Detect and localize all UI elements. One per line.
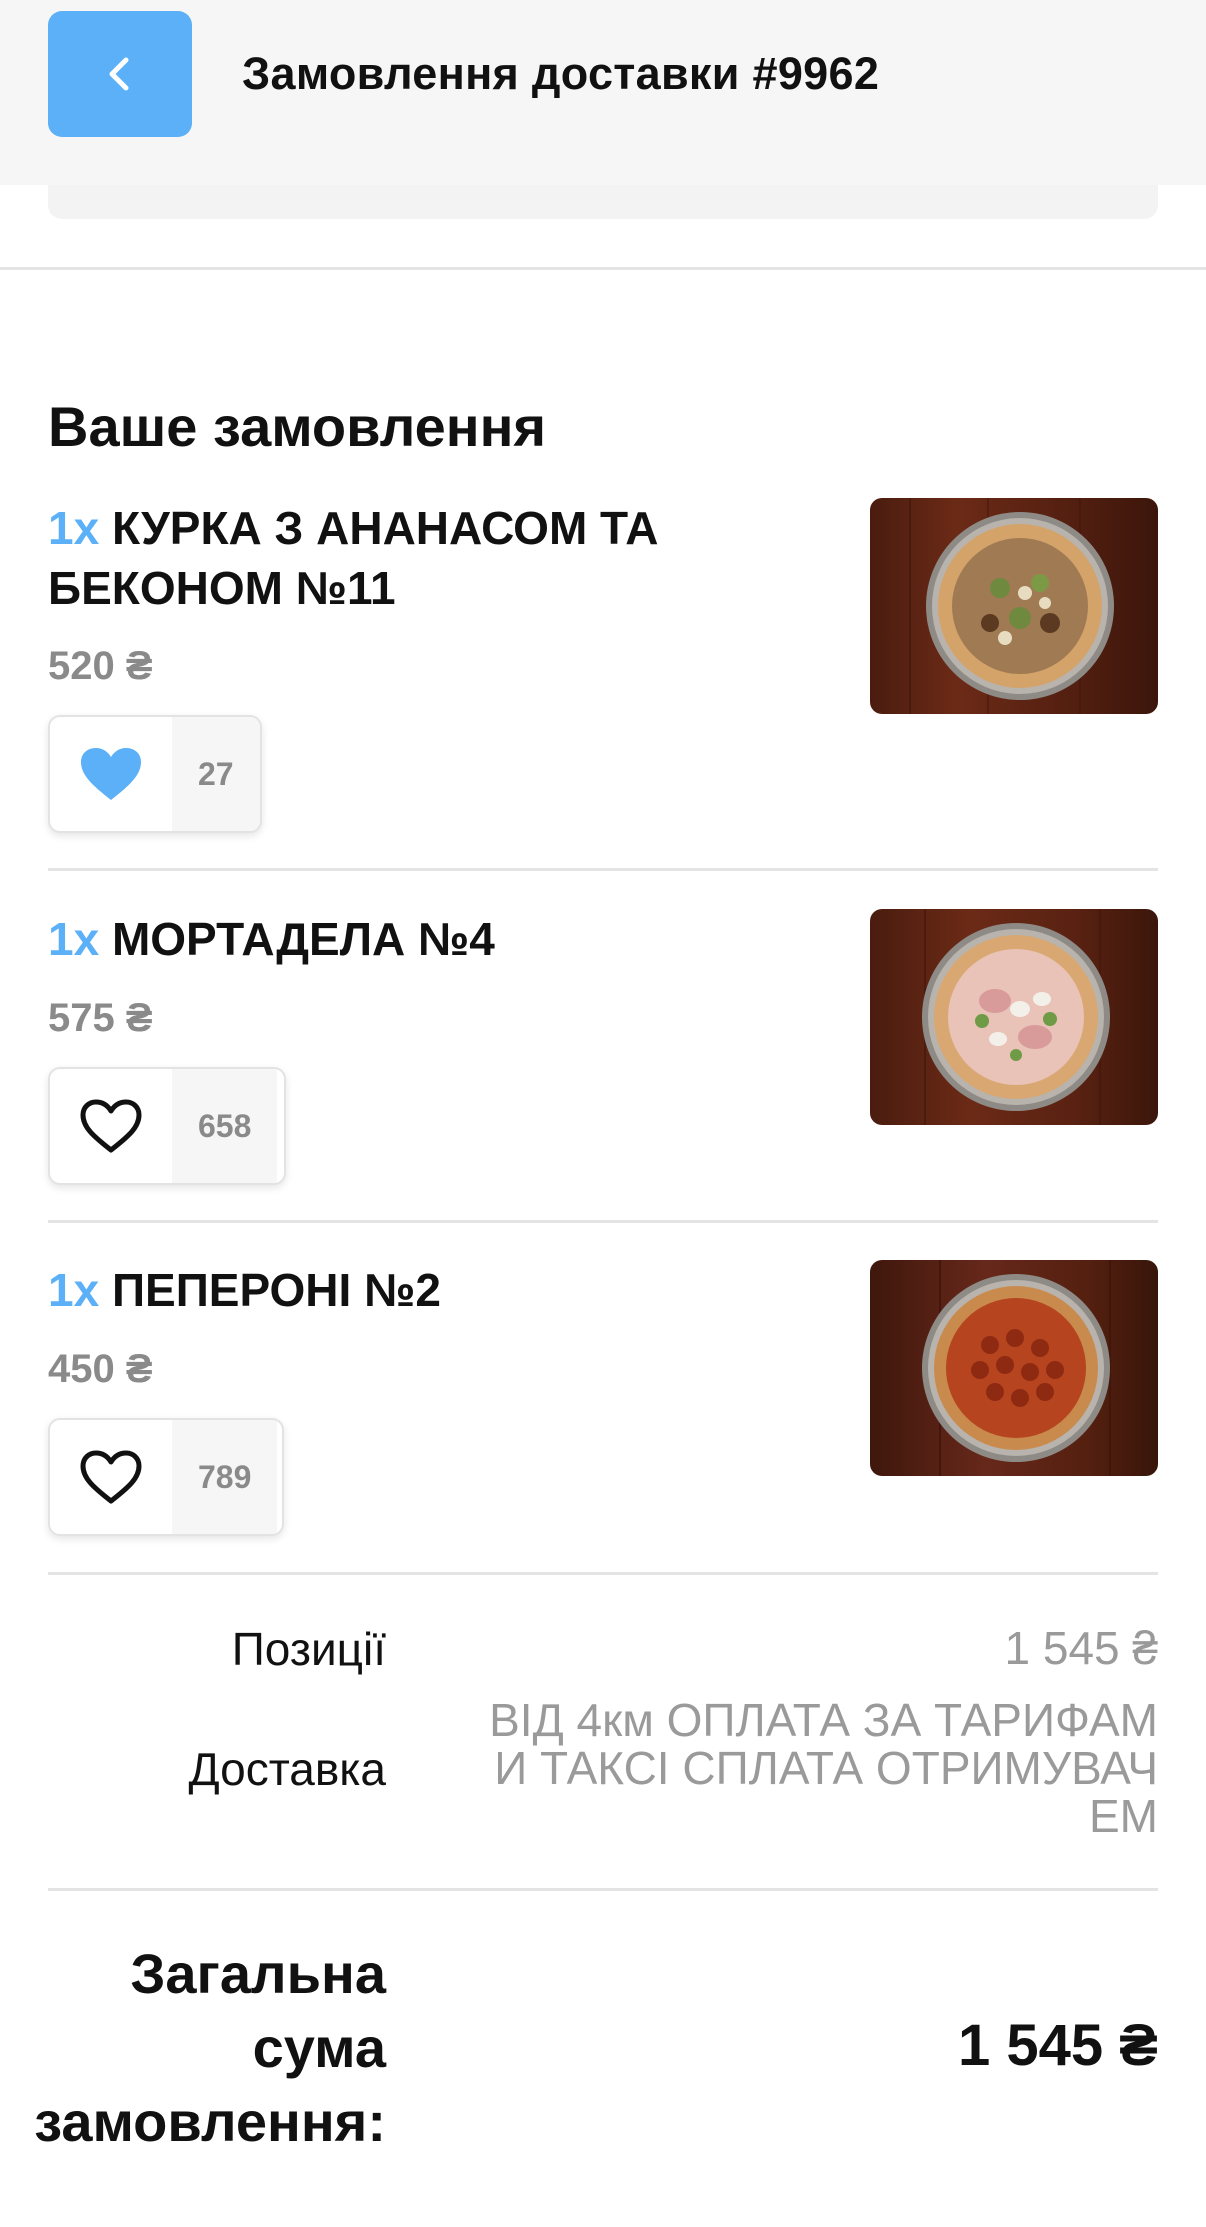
total-value: 1 545 ₴	[958, 2013, 1158, 2078]
item-title: МОРТАДЕЛА №4	[111, 913, 495, 965]
item-name: 1x ПЕПЕРОНІ №2	[48, 1260, 768, 1320]
item-qty: 1x	[48, 502, 100, 554]
total-label-line: сума	[252, 2016, 386, 2079]
chevron-left-icon	[109, 57, 129, 91]
summary-divider	[48, 1888, 1158, 1891]
item-price: 575 ₴	[48, 996, 153, 1040]
delivery-label: Доставка	[188, 1743, 386, 1795]
like-button[interactable]: 658	[48, 1067, 286, 1185]
delivery-value-line: ЕМ	[1089, 1790, 1158, 1842]
order-item: 1x КУРКА З АНАНАСОМ ТА БЕКОНОМ №11 520 ₴…	[48, 498, 1158, 838]
heart-filled-icon	[50, 717, 172, 831]
item-qty: 1x	[48, 1264, 100, 1316]
total-label-line: замовлення:	[34, 2090, 386, 2153]
item-divider	[48, 868, 1158, 871]
item-name: 1x МОРТАДЕЛА №4	[48, 909, 768, 969]
item-title: ПЕПЕРОНІ №2	[111, 1264, 441, 1316]
like-button[interactable]: 27	[48, 715, 262, 833]
positions-value: 1 545 ₴	[1004, 1622, 1158, 1674]
header-divider	[0, 267, 1206, 270]
item-name: 1x КУРКА З АНАНАСОМ ТА БЕКОНОМ №11	[48, 498, 768, 618]
item-divider	[48, 1220, 1158, 1223]
page-title: Замовлення доставки #9962	[242, 48, 880, 99]
total-label-line: Загальна	[130, 1942, 386, 2005]
header-collapsed-panel	[48, 185, 1158, 219]
like-count: 658	[172, 1069, 278, 1183]
delivery-value-line: И ТАКСІ СПЛАТА ОТРИМУВАЧ	[494, 1742, 1158, 1794]
back-button[interactable]	[48, 11, 192, 137]
header: Замовлення доставки #9962	[0, 0, 1206, 185]
pizza-image	[870, 498, 1158, 714]
heart-outline-icon	[50, 1069, 172, 1183]
positions-label: Позиції	[231, 1623, 386, 1675]
total-label: Загальна сума замовлення:	[0, 1937, 386, 2159]
like-count: 27	[172, 717, 260, 831]
like-count: 789	[172, 1420, 278, 1534]
section-title: Ваше замовлення	[48, 395, 547, 458]
item-divider	[48, 1572, 1158, 1575]
pizza-image	[870, 909, 1158, 1125]
order-item: 1x МОРТАДЕЛА №4 575 ₴ 658	[48, 909, 1158, 1189]
item-qty: 1x	[48, 913, 100, 965]
item-price: 450 ₴	[48, 1347, 153, 1391]
item-price: 520 ₴	[48, 644, 153, 688]
order-item: 1x ПЕПЕРОНІ №2 450 ₴ 789	[48, 1260, 1158, 1540]
delivery-value-line: ВІД 4км ОПЛАТА ЗА ТАРИФАМ	[489, 1694, 1158, 1746]
item-title: КУРКА З АНАНАСОМ ТА БЕКОНОМ №11	[48, 502, 659, 614]
pizza-image	[870, 1260, 1158, 1476]
heart-outline-icon	[50, 1420, 172, 1534]
like-button[interactable]: 789	[48, 1418, 284, 1536]
delivery-value: ВІД 4км ОПЛАТА ЗА ТАРИФАМ И ТАКСІ СПЛАТА…	[438, 1696, 1158, 1840]
order-page: Замовлення доставки #9962 Ваше замовленн…	[0, 0, 1206, 2227]
